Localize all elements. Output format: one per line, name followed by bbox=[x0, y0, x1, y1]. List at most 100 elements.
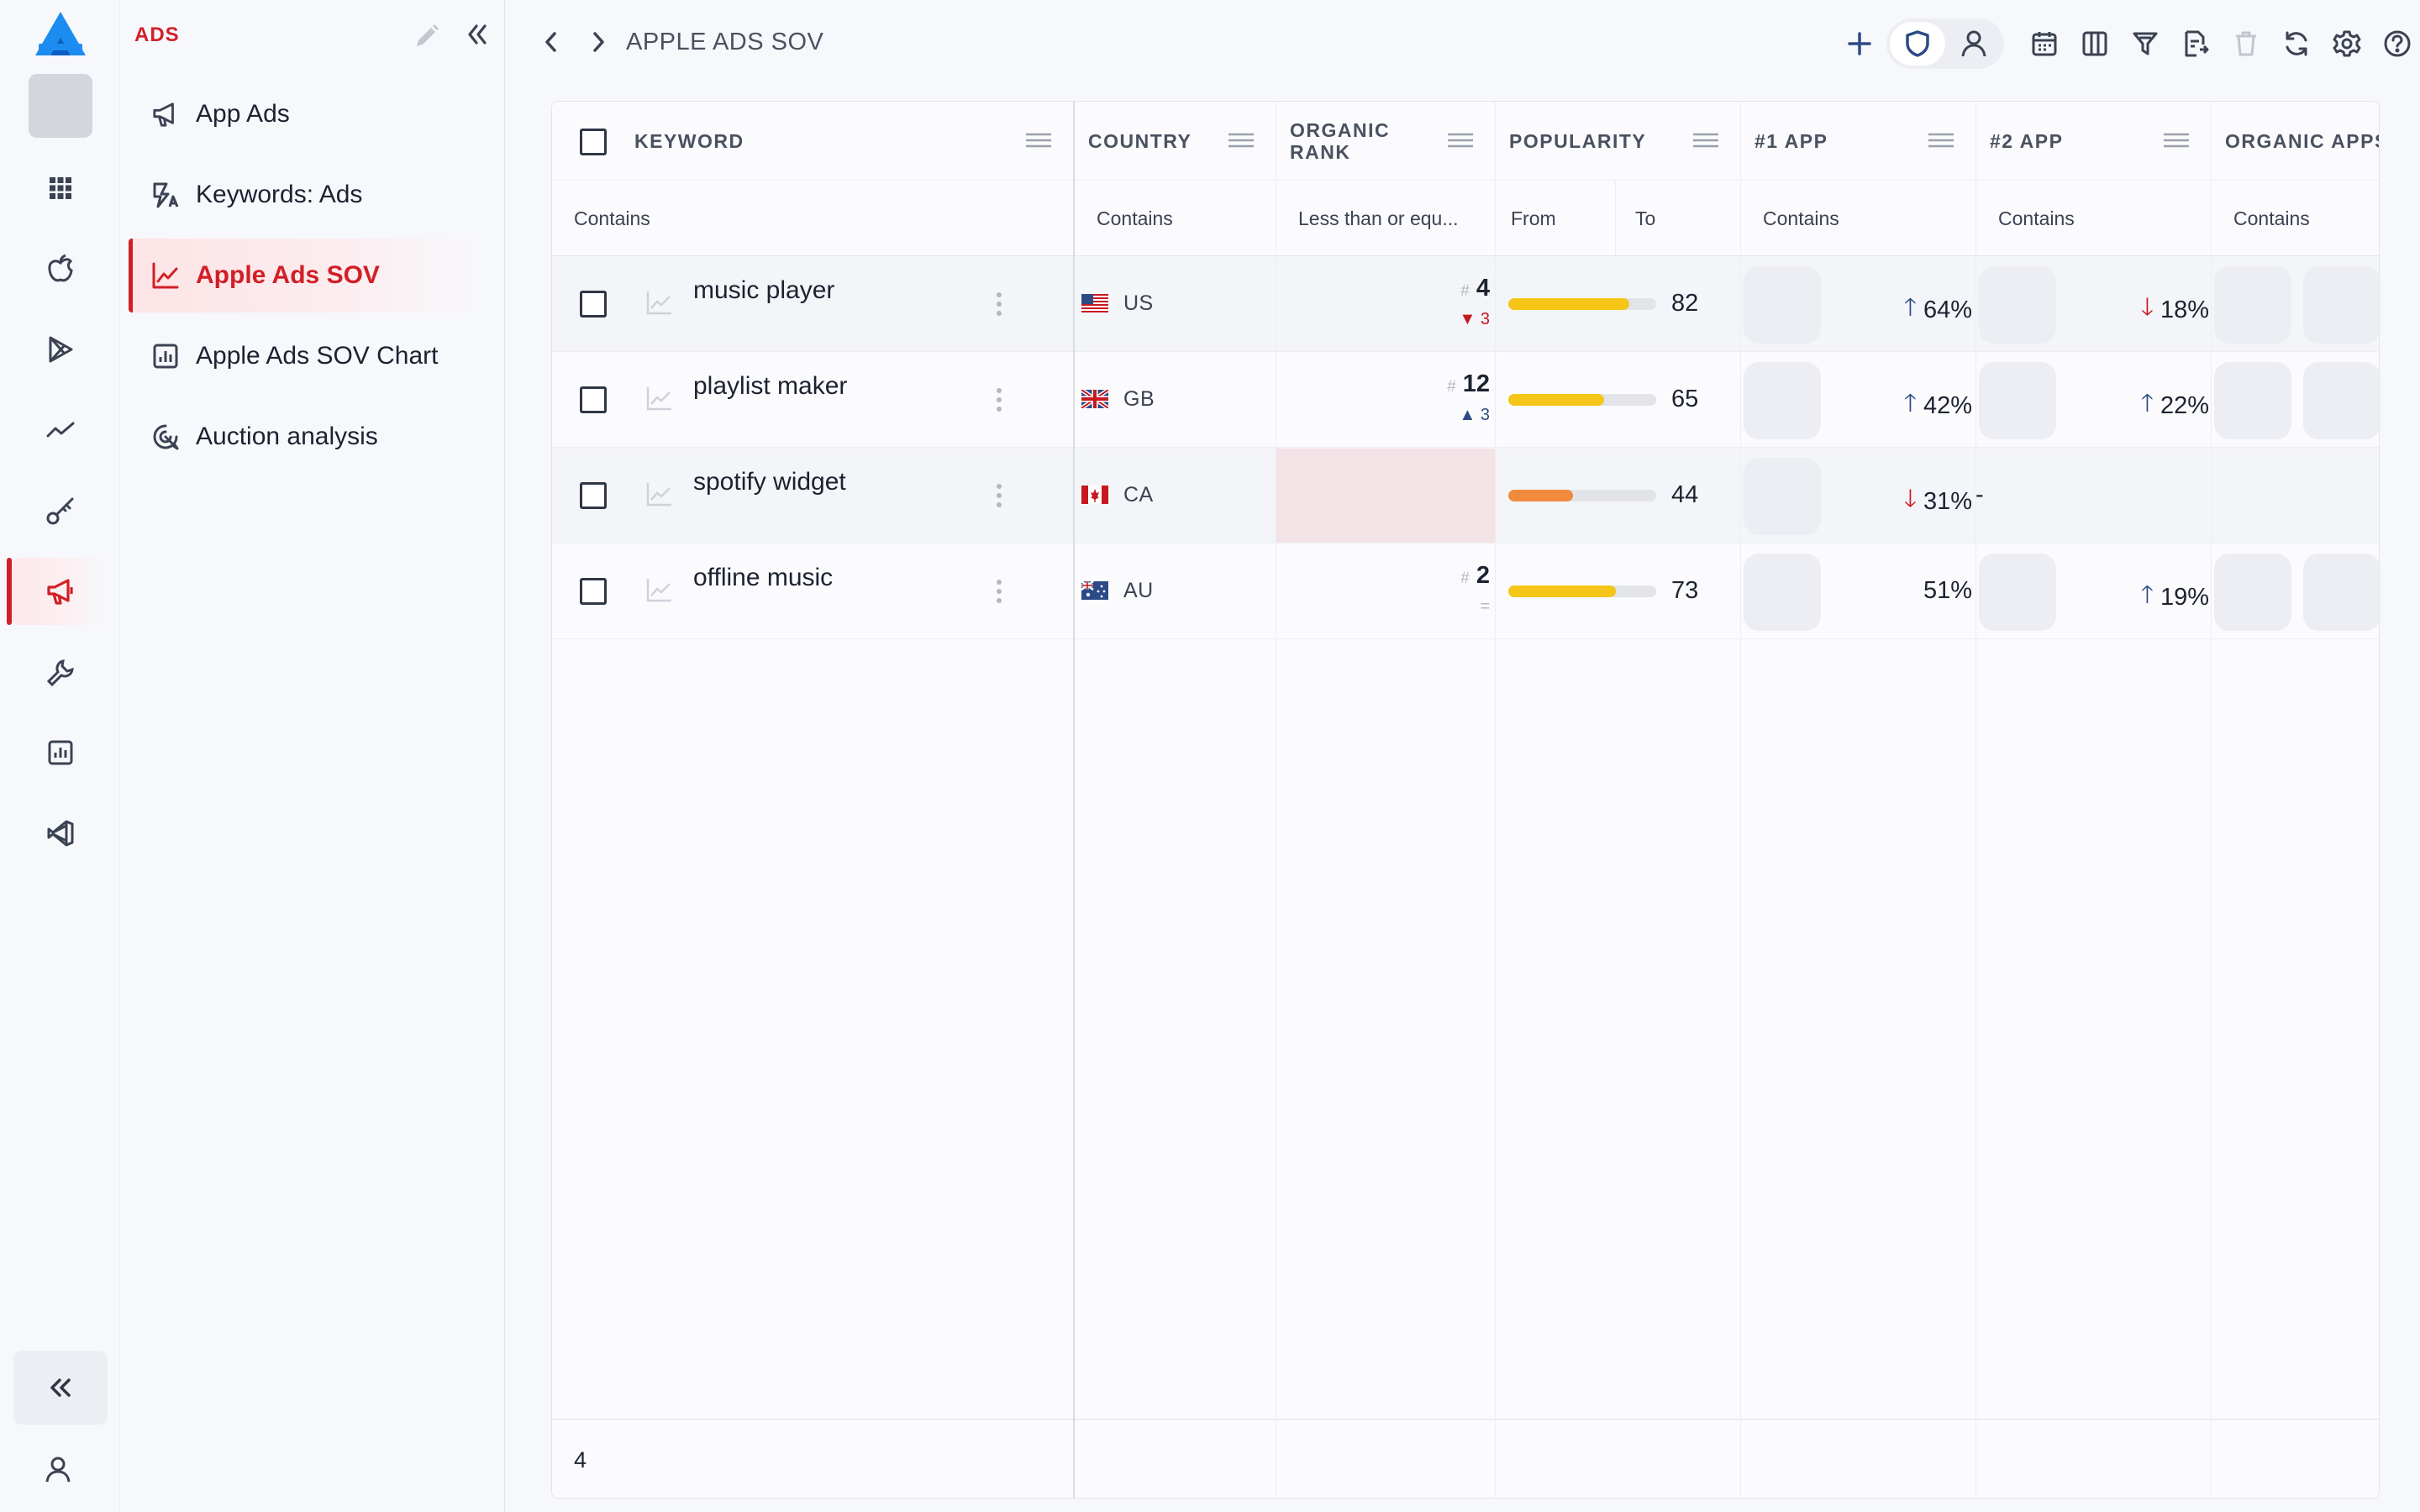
rail-ads[interactable] bbox=[7, 558, 109, 625]
row-menu-icon[interactable] bbox=[996, 483, 1002, 508]
select-all-checkbox[interactable] bbox=[580, 129, 607, 155]
col-header-organic-apps[interactable]: ORGANIC APPS bbox=[2212, 102, 2379, 181]
rail-integrations[interactable] bbox=[12, 800, 109, 867]
app-icon-tile[interactable] bbox=[1744, 362, 1821, 439]
refresh-button[interactable] bbox=[2280, 27, 2313, 60]
filter-organic-apps[interactable]: Contains bbox=[2212, 181, 2310, 256]
rail-reports[interactable] bbox=[12, 719, 109, 786]
nav-item-apple-ads-sov-chart[interactable]: Apple Ads SOV Chart bbox=[129, 319, 481, 393]
user-profile-button[interactable] bbox=[44, 1455, 72, 1483]
app2-share: 🡑 19% bbox=[2141, 577, 2209, 618]
filter-app1[interactable]: Contains bbox=[1741, 181, 1839, 256]
col-header-app2[interactable]: #2 APP bbox=[1976, 102, 2211, 181]
app2-share: - bbox=[1975, 481, 1984, 509]
add-button[interactable] bbox=[1843, 27, 1876, 60]
view-toggle[interactable] bbox=[1886, 18, 2004, 69]
rail-collapse-button[interactable] bbox=[13, 1351, 108, 1425]
nav-item-keywords-ads[interactable]: Keywords: Ads bbox=[129, 158, 481, 232]
export-button[interactable] bbox=[2179, 27, 2212, 60]
rail-google-play[interactable] bbox=[12, 316, 109, 383]
column-menu-icon[interactable] bbox=[1693, 132, 1718, 149]
app-icon-tile[interactable] bbox=[1744, 266, 1821, 344]
calendar-icon bbox=[2032, 32, 2057, 56]
organic-rank: #4 bbox=[1460, 275, 1490, 302]
app-icon-tile[interactable] bbox=[2214, 362, 2291, 439]
forward-button[interactable] bbox=[589, 27, 608, 57]
row-menu-icon[interactable] bbox=[996, 387, 1002, 412]
sparkline-icon[interactable] bbox=[646, 577, 673, 602]
rail-trends[interactable] bbox=[12, 396, 109, 464]
gear-icon bbox=[2333, 30, 2361, 57]
col-header-app1[interactable]: #1 APP bbox=[1741, 102, 1975, 181]
row-checkbox[interactable] bbox=[580, 482, 607, 509]
popularity-value: 82 bbox=[1671, 290, 1699, 317]
organic-rank-value: 12 bbox=[1462, 370, 1490, 397]
filter-keyword[interactable]: Contains bbox=[552, 181, 650, 256]
app-icon-tile[interactable] bbox=[2303, 266, 2379, 344]
line-chart-icon bbox=[150, 260, 181, 291]
refresh-icon bbox=[2286, 31, 2307, 56]
delete-button[interactable] bbox=[2229, 27, 2263, 60]
col-header-popularity[interactable]: POPULARITY bbox=[1496, 102, 1740, 181]
app-logo[interactable] bbox=[34, 10, 87, 57]
row-checkbox[interactable] bbox=[580, 386, 607, 413]
col-header-keyword[interactable]: KEYWORD bbox=[621, 102, 1073, 181]
column-menu-icon[interactable] bbox=[1448, 132, 1473, 149]
popularity-bar bbox=[1508, 394, 1656, 406]
app1-share: 🡓 31% bbox=[1904, 481, 1972, 522]
col-header-country[interactable]: COUNTRY bbox=[1075, 102, 1276, 181]
filter-popularity-from[interactable]: From bbox=[1496, 181, 1556, 256]
workspace-avatar[interactable] bbox=[29, 74, 92, 138]
app-icon-tile[interactable] bbox=[2214, 266, 2291, 344]
breadcrumb: APPLE ADS SOV bbox=[626, 29, 824, 55]
back-button[interactable] bbox=[542, 27, 560, 57]
app-icon-tile[interactable] bbox=[1979, 266, 2056, 344]
filter-organic-rank[interactable]: Less than or equ... bbox=[1276, 181, 1459, 256]
rank-change: = bbox=[1480, 597, 1490, 617]
row-checkbox[interactable] bbox=[580, 578, 607, 605]
sparkline-icon[interactable] bbox=[646, 290, 673, 315]
rail-keywords[interactable] bbox=[12, 477, 109, 544]
column-menu-icon[interactable] bbox=[1928, 132, 1954, 149]
row-menu-icon[interactable] bbox=[996, 291, 1002, 317]
collapse-nav-button[interactable] bbox=[466, 22, 488, 47]
app-icon-tile[interactable] bbox=[1744, 554, 1821, 631]
app-icon-tile[interactable] bbox=[1979, 554, 2056, 631]
rail-apple[interactable] bbox=[12, 235, 109, 302]
nav-item-app-ads[interactable]: App Ads bbox=[129, 77, 481, 151]
row-checkbox[interactable] bbox=[580, 291, 607, 318]
filter-country[interactable]: Contains bbox=[1075, 181, 1173, 256]
sparkline-icon[interactable] bbox=[646, 481, 673, 507]
hash-symbol: # bbox=[1460, 282, 1470, 300]
column-menu-icon[interactable] bbox=[2164, 132, 2189, 149]
country-code: US bbox=[1123, 291, 1154, 315]
sparkline-icon[interactable] bbox=[646, 386, 673, 411]
app1-share-value: 31% bbox=[1923, 488, 1972, 515]
row-menu-icon[interactable] bbox=[996, 579, 1002, 604]
filter-popularity-to[interactable]: To bbox=[1615, 181, 1655, 256]
column-menu-icon[interactable] bbox=[1228, 132, 1254, 149]
date-range-button[interactable] bbox=[2028, 27, 2061, 60]
keyword-text: offline music bbox=[693, 564, 834, 591]
app-icon-tile[interactable] bbox=[2214, 554, 2291, 631]
nav-item-apple-ads-sov[interactable]: Apple Ads SOV bbox=[129, 239, 481, 312]
col-header-organic-rank[interactable]: ORGANIC RANK bbox=[1276, 102, 1495, 181]
filter-button[interactable] bbox=[2128, 27, 2162, 60]
help-button[interactable] bbox=[2381, 27, 2414, 60]
app-icon-tile[interactable] bbox=[2303, 554, 2379, 631]
app-icon-tile[interactable] bbox=[1744, 458, 1821, 535]
app-icon-tile[interactable] bbox=[1979, 362, 2056, 439]
edit-nav-button[interactable] bbox=[414, 24, 439, 49]
organic-rank-value: 2 bbox=[1476, 562, 1490, 589]
filter-app2[interactable]: Contains bbox=[1976, 181, 2075, 256]
rail-tools[interactable] bbox=[12, 638, 109, 706]
keyword-text: playlist maker bbox=[693, 372, 848, 400]
settings-button[interactable] bbox=[2330, 27, 2364, 60]
column-menu-icon[interactable] bbox=[1026, 132, 1051, 149]
columns-button[interactable] bbox=[2078, 27, 2112, 60]
app-icon-tile[interactable] bbox=[2303, 362, 2379, 439]
country-code: AU bbox=[1123, 579, 1154, 602]
nav-item-auction-analysis[interactable]: Auction analysis bbox=[129, 400, 481, 474]
wrench-icon bbox=[46, 659, 74, 686]
rail-apps-grid[interactable] bbox=[12, 155, 109, 222]
